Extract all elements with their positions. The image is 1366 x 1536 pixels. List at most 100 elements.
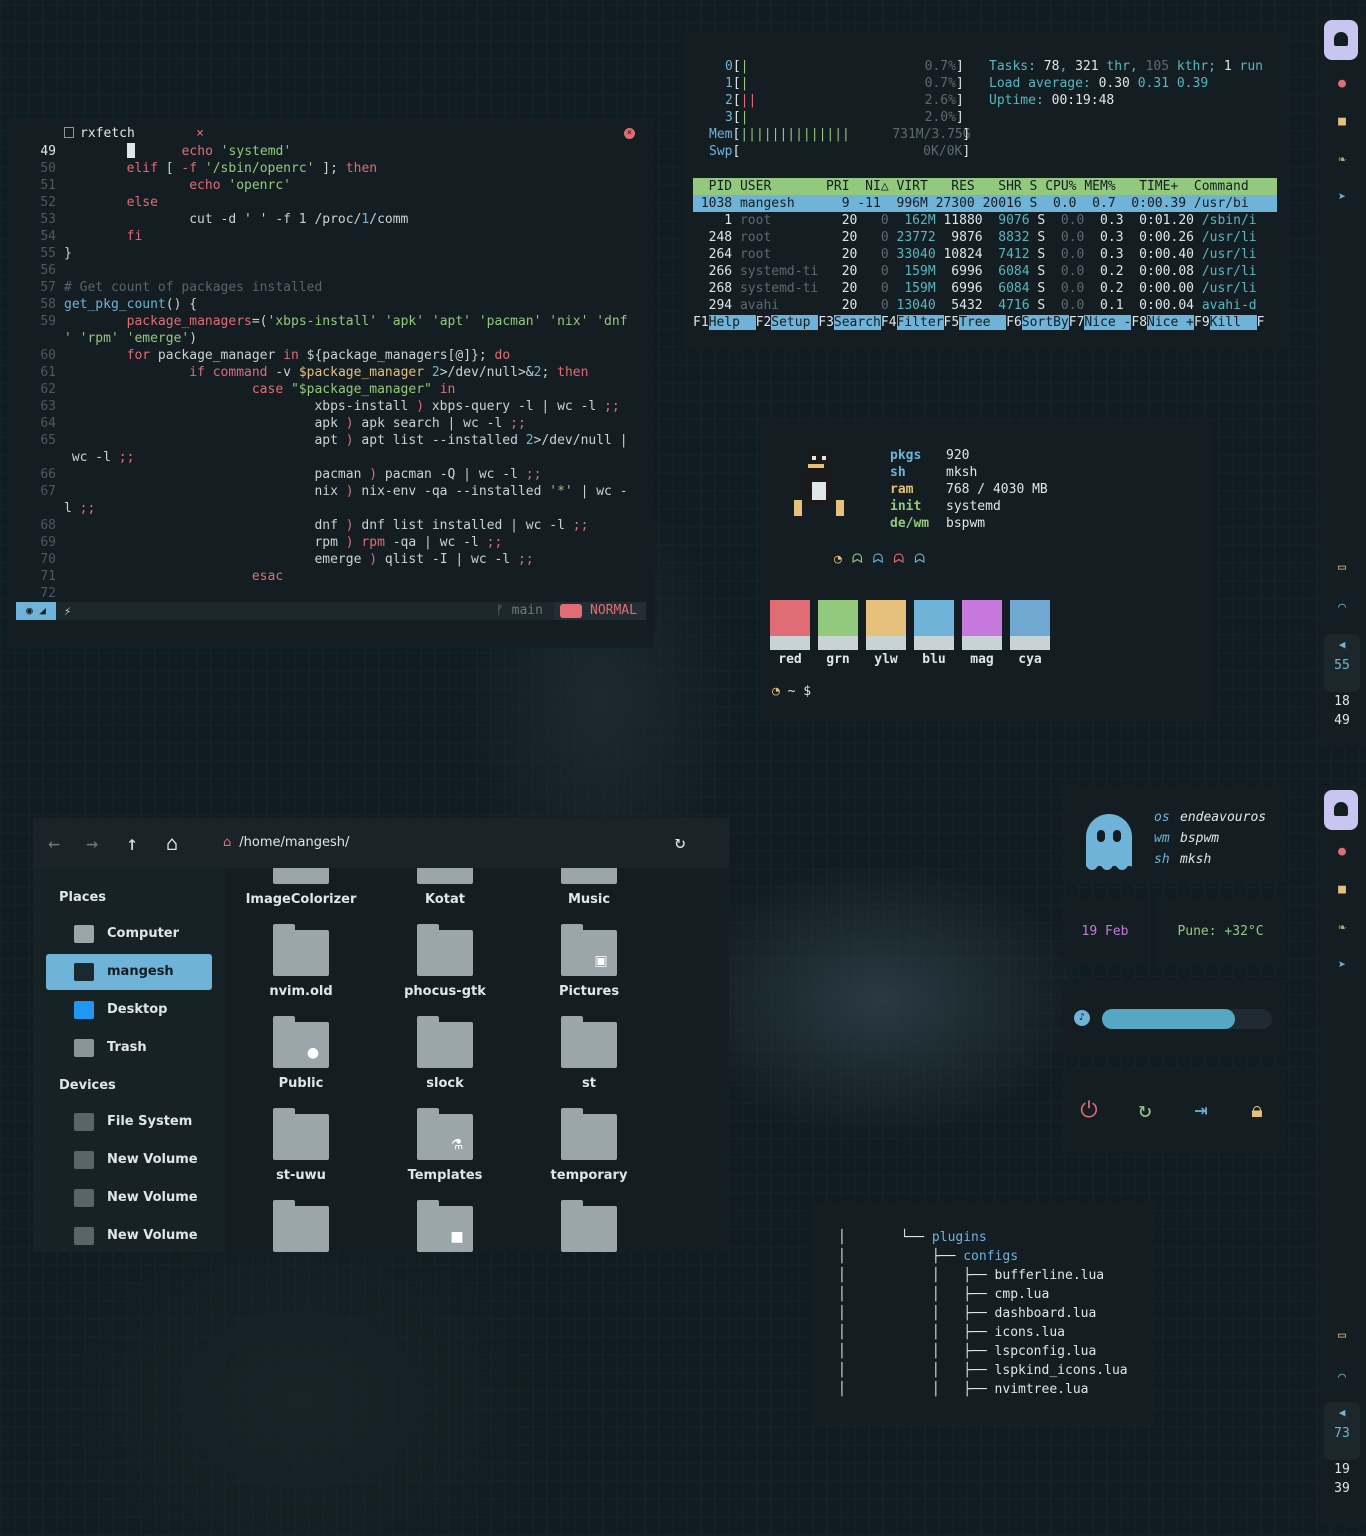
folder-item[interactable]: ■: [385, 1200, 505, 1252]
leaf-icon[interactable]: ❧: [1334, 920, 1350, 936]
home-icon[interactable]: ⌂: [159, 830, 185, 856]
htop-window[interactable]: 0[| 0.7%] 1[| 0.7%] 2[|| 2.6%] 3[| 2.0%] Mem[|||…: [683, 32, 1289, 350]
swatch-color: [818, 600, 858, 636]
folder-item[interactable]: Music: [529, 868, 649, 907]
sidebar-item-computer[interactable]: Computer: [46, 916, 212, 952]
lock-icon[interactable]: 🔒︎: [1244, 1098, 1270, 1124]
tree-entry[interactable]: configs: [963, 1249, 1018, 1264]
tasks-part: 105: [1145, 59, 1170, 74]
sidebar-item-trash[interactable]: Trash: [46, 1030, 212, 1066]
tab-close-icon[interactable]: ×: [196, 126, 204, 141]
fkey-label[interactable]: Setup: [771, 315, 819, 330]
process-table[interactable]: 1 root 20 0 162M 11880 9076 S 0.0 0.3 0:…: [693, 212, 1277, 314]
tree-terminal[interactable]: │ └── plugins │ ├── configs │ │ ├── buffer…: [812, 1202, 1154, 1426]
folder-item[interactable]: ▣ Pictures: [529, 924, 649, 999]
fkey: F5: [943, 315, 960, 330]
folder-item[interactable]: temporary: [529, 1108, 649, 1183]
window-close-icon[interactable]: ×: [624, 128, 635, 139]
fkey-label[interactable]: Tree: [959, 315, 1007, 330]
sidebar-item-file-system[interactable]: File System: [46, 1104, 212, 1140]
process-row[interactable]: 268 systemd-ti 20 0 159M 6996 6084 S 0.0…: [693, 280, 1277, 297]
folder-icon[interactable]: ■: [1334, 882, 1350, 898]
folder-item[interactable]: Kotat: [385, 868, 505, 907]
volume-pill[interactable]: ◀ 55: [1324, 634, 1360, 692]
folder-item[interactable]: st: [529, 1016, 649, 1091]
fkey-label[interactable]: Filter: [896, 315, 944, 330]
process-row[interactable]: 264 root 20 0 33040 10824 7412 S 0.0 0.3…: [693, 246, 1277, 263]
firefox-icon[interactable]: ●: [1334, 844, 1350, 860]
restart-icon[interactable]: ↻: [1132, 1098, 1158, 1124]
folder-item[interactable]: st-uwu: [241, 1108, 361, 1183]
telegram-icon[interactable]: ➤: [1334, 190, 1350, 206]
telegram-icon[interactable]: ➤: [1334, 958, 1350, 974]
tree-entry[interactable]: icons.lua: [995, 1325, 1065, 1340]
vim-mode: NORMAL: [554, 602, 646, 620]
fkey-label[interactable]: Nice +: [1147, 315, 1194, 330]
fkey-label[interactable]: Search: [833, 315, 881, 330]
location-bar[interactable]: ⌂ /home/mangesh/: [223, 826, 677, 860]
launcher-ghost-icon[interactable]: [1324, 20, 1358, 60]
sidebar-item-new-volume[interactable]: New Volume: [46, 1180, 212, 1216]
fetch-value: bspwm: [946, 516, 986, 531]
tree-entry[interactable]: nvimtree.lua: [995, 1382, 1089, 1397]
sidebar-item-desktop[interactable]: Desktop: [46, 992, 212, 1028]
cpu-bracket: ]: [955, 59, 964, 74]
pacman-ghosts-icon: ◔ᗣᗣᗣᗣ: [834, 552, 936, 567]
logout-icon[interactable]: ⇥: [1188, 1098, 1214, 1124]
tree-entry[interactable]: lspkind_icons.lua: [995, 1363, 1128, 1378]
launcher-ghost-icon[interactable]: [1324, 790, 1358, 830]
folder-item[interactable]: nvim.old: [241, 924, 361, 999]
shell-prompt[interactable]: ◔ ~ $: [772, 684, 811, 699]
fkey-label[interactable]: SortBy: [1021, 315, 1069, 330]
folder-icon[interactable]: ■: [1334, 114, 1350, 130]
volume-slider[interactable]: [1102, 1009, 1272, 1029]
wifi-icon[interactable]: ◠: [1334, 600, 1350, 616]
tree-entry[interactable]: dashboard.lua: [995, 1306, 1097, 1321]
process-row-selected[interactable]: 1038 mangesh 9 -11 996M 27300 20016 S 0.…: [693, 195, 1277, 212]
folder-item[interactable]: phocus-gtk: [385, 924, 505, 999]
back-icon[interactable]: ←: [41, 830, 67, 856]
up-icon[interactable]: ↑: [119, 830, 145, 856]
sidebar-item-mangesh[interactable]: mangesh: [46, 954, 212, 990]
tree-branch: │ └──: [838, 1230, 932, 1245]
process-table-header[interactable]: PID USER PRI NI△ VIRT RES SHR S CPU% MEM…: [693, 178, 1277, 195]
fkey: F7: [1068, 315, 1085, 330]
clock-hour: 18: [1334, 694, 1350, 709]
folder-item[interactable]: [241, 1200, 361, 1252]
forward-icon[interactable]: →: [79, 830, 105, 856]
sidebar-item-new-volume[interactable]: New Volume: [46, 1142, 212, 1178]
tree-entry[interactable]: bufferline.lua: [995, 1268, 1105, 1283]
folder-item[interactable]: ● Public: [241, 1016, 361, 1091]
line-number: 70: [40, 552, 56, 567]
wifi-icon[interactable]: ◠: [1334, 1370, 1350, 1386]
folder-item[interactable]: [529, 1200, 649, 1252]
function-keys[interactable]: F1Help F2Setup F3SearchF4FilterF5Tree F6…: [693, 314, 1277, 331]
editor-code[interactable]: 49 echo 'systemd' 50 elif [ -f '/sbin/ope…: [8, 143, 654, 602]
folder-item[interactable]: ⚗ Templates: [385, 1108, 505, 1183]
process-row[interactable]: 1 root 20 0 162M 11880 9076 S 0.0 0.3 0:…: [693, 212, 1277, 229]
leaf-icon[interactable]: ❧: [1334, 152, 1350, 168]
refresh-icon[interactable]: ↻: [667, 830, 693, 856]
fetch-value: systemd: [946, 499, 1001, 514]
tree-entry[interactable]: plugins: [932, 1230, 987, 1245]
power-icon[interactable]: ⏻: [1076, 1098, 1102, 1124]
folder-item[interactable]: ImageColorizer: [241, 868, 361, 907]
process-row[interactable]: 266 systemd-ti 20 0 159M 6996 6084 S 0.0…: [693, 263, 1277, 280]
editor-window[interactable]: rxfetch × × 49 echo 'systemd' 50 elif [ -…: [8, 118, 654, 648]
tree-entry[interactable]: cmp.lua: [995, 1287, 1050, 1302]
folder-item[interactable]: slock: [385, 1016, 505, 1091]
swatch-label: mag: [970, 652, 994, 667]
sidebar-item-new-volume[interactable]: New Volume: [46, 1218, 212, 1254]
file-manager-window[interactable]: ← → ↑ ⌂ ⌂ /home/mangesh/ ↻ Places Compute…: [33, 818, 729, 1252]
fkey-label[interactable]: Kill: [1209, 315, 1257, 330]
process-row[interactable]: 248 root 20 0 23772 9876 8832 S 0.0 0.3 …: [693, 229, 1277, 246]
firefox-icon[interactable]: ●: [1334, 76, 1350, 92]
fkey-label[interactable]: Help: [708, 315, 756, 330]
volume-pill[interactable]: ◀ 73: [1324, 1402, 1360, 1460]
code-token: ];: [314, 161, 346, 176]
code-token: 'openrc': [228, 178, 291, 193]
process-cell: 0: [865, 230, 889, 245]
tree-entry[interactable]: lspconfig.lua: [995, 1344, 1097, 1359]
fkey-label[interactable]: Nice -: [1084, 315, 1132, 330]
process-row[interactable]: 294 avahi 20 0 13040 5432 4716 S 0.0 0.1…: [693, 297, 1277, 314]
